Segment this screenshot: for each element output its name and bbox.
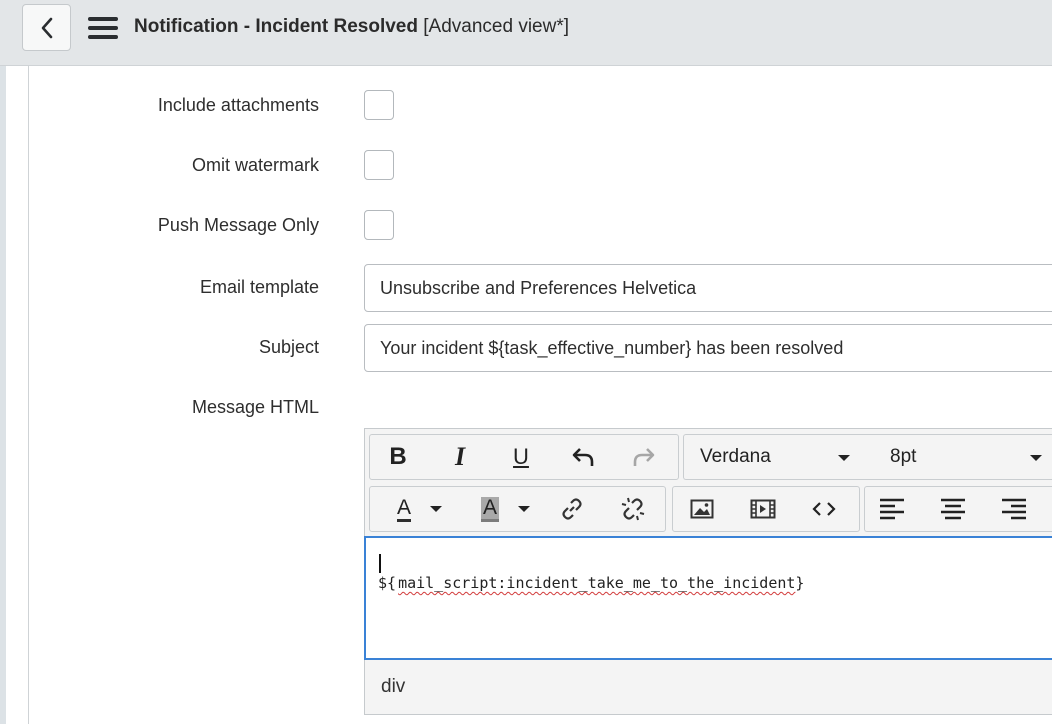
push-message-only-label: Push Message Only <box>157 215 319 235</box>
italic-button[interactable]: I <box>435 435 485 479</box>
text-color-icon: A <box>396 496 411 522</box>
omit-watermark-label: Omit watermark <box>191 155 319 175</box>
remove-link-button[interactable] <box>608 487 658 531</box>
text-cursor <box>379 554 381 573</box>
align-right-button[interactable] <box>989 487 1039 531</box>
hamburger-menu-icon[interactable] <box>88 17 118 41</box>
background-color-icon: A <box>480 496 499 522</box>
background-color-button[interactable]: A <box>462 487 536 531</box>
page-title: Notification - Incident Resolved [Advanc… <box>134 15 569 39</box>
view-indicator: [Advanced view*] <box>423 16 570 37</box>
alignment-toolbar-group <box>864 486 1052 532</box>
section-divider <box>28 66 29 724</box>
chevron-down-icon <box>430 506 442 512</box>
message-html-label: Message HTML <box>191 397 319 417</box>
subject-label: Subject <box>258 337 319 357</box>
source-code-icon <box>812 502 836 516</box>
undo-button[interactable] <box>558 435 608 479</box>
left-gutter <box>0 66 6 724</box>
include-attachments-checkbox[interactable] <box>364 90 394 120</box>
include-attachments-label: Include attachments <box>157 95 319 115</box>
email-template-field[interactable]: Unsubscribe and Preferences Helvetica <box>364 264 1052 312</box>
source-code-button[interactable] <box>799 487 849 531</box>
font-size-select[interactable]: 8pt <box>874 435 1052 479</box>
omit-watermark-checkbox[interactable] <box>364 150 394 180</box>
push-message-only-checkbox[interactable] <box>364 210 394 240</box>
mail-script-token: mail_script:incident_take_me_to_the_inci… <box>398 574 796 592</box>
video-icon <box>750 499 776 519</box>
align-left-icon <box>880 498 904 520</box>
bold-button[interactable]: B <box>373 435 423 479</box>
font-family-value: Verdana <box>700 446 771 467</box>
chevron-down-icon <box>838 455 850 461</box>
format-toolbar-group: B I U <box>369 434 679 480</box>
chevron-down-icon <box>1030 455 1042 461</box>
element-path[interactable]: div <box>381 676 405 698</box>
undo-icon <box>572 448 594 466</box>
font-family-select[interactable]: Verdana <box>684 435 862 479</box>
align-right-icon <box>1002 498 1026 520</box>
image-icon <box>690 499 714 519</box>
italic-icon: I <box>454 442 466 471</box>
unlink-icon <box>621 497 645 521</box>
insert-video-button[interactable] <box>738 487 788 531</box>
email-template-label: Email template <box>199 277 319 297</box>
align-center-icon <box>941 498 965 520</box>
insert-image-button[interactable] <box>677 487 727 531</box>
chevron-left-icon <box>41 17 52 38</box>
form-header: Notification - Incident Resolved [Advanc… <box>0 0 1052 66</box>
editor-statusbar: div <box>364 660 1052 715</box>
redo-button[interactable] <box>619 435 669 479</box>
link-icon <box>562 498 582 520</box>
editor-content-text: ${mail_script:incident_take_me_to_the_in… <box>378 574 805 592</box>
subject-field[interactable]: Your incident ${task_effective_number} h… <box>364 324 1052 372</box>
insert-link-button[interactable] <box>547 487 597 531</box>
font-toolbar-group: Verdana 8pt <box>683 434 1052 480</box>
redo-icon <box>633 448 655 466</box>
editor-content-area[interactable]: ${mail_script:incident_take_me_to_the_in… <box>364 536 1052 660</box>
bold-icon: B <box>389 443 407 470</box>
back-button[interactable] <box>22 4 71 51</box>
media-toolbar-group <box>672 486 860 532</box>
underline-icon: U <box>513 444 529 469</box>
text-color-button[interactable]: A <box>376 487 450 531</box>
color-link-toolbar-group: A A <box>369 486 666 532</box>
underline-button[interactable]: U <box>496 435 546 479</box>
align-left-button[interactable] <box>867 487 917 531</box>
font-size-value: 8pt <box>890 446 917 467</box>
align-center-button[interactable] <box>928 487 978 531</box>
form-title: Notification - Incident Resolved <box>134 16 418 37</box>
chevron-down-icon <box>518 506 530 512</box>
